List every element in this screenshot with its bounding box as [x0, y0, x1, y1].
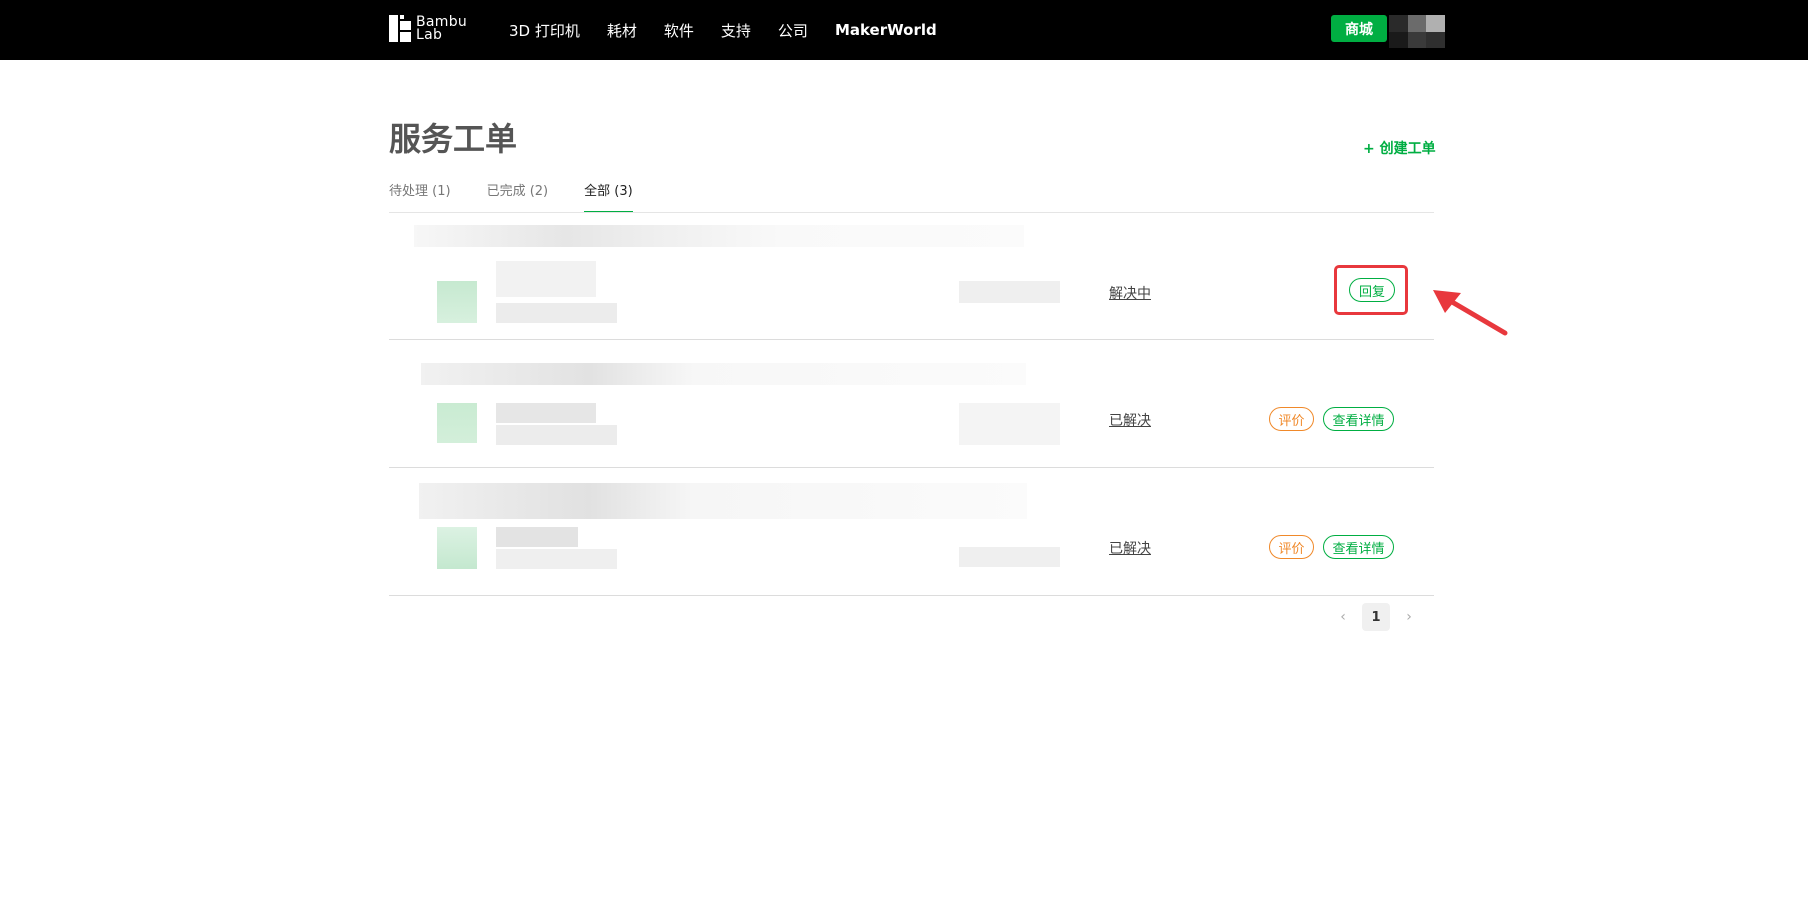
ticket-row: 已解决 评价 查看详情: [389, 341, 1434, 468]
redacted-ticket-meta: [496, 403, 596, 423]
ticket-status[interactable]: 已解决: [1109, 538, 1151, 558]
rate-button[interactable]: 评价: [1269, 407, 1314, 431]
page-number-button[interactable]: 1: [1362, 603, 1390, 631]
redacted-ticket-thumbnail: [437, 527, 477, 569]
ticket-status[interactable]: 解决中: [1109, 283, 1151, 303]
rate-button[interactable]: 评价: [1269, 535, 1314, 559]
annotation-arrow-icon: [1433, 290, 1508, 336]
nav-item-company[interactable]: 公司: [778, 20, 808, 41]
redacted-ticket-meta: [496, 527, 578, 547]
redacted-ticket-meta: [496, 261, 596, 297]
page-title: 服务工单: [389, 120, 518, 158]
redacted-ticket-title: [421, 363, 1026, 385]
shop-button[interactable]: 商城: [1331, 15, 1387, 42]
logo-text-line2: Lab: [416, 26, 443, 43]
next-page-icon[interactable]: ›: [1396, 609, 1422, 625]
ticket-row: 解决中 回复: [389, 213, 1434, 340]
view-details-button[interactable]: 查看详情: [1323, 535, 1394, 559]
redacted-ticket-title: [419, 483, 1027, 519]
redacted-ticket-meta: [496, 549, 617, 569]
redacted-ticket-date: [959, 403, 1060, 445]
redacted-ticket-meta: [496, 425, 617, 445]
bambu-lab-logo[interactable]: Bambu Lab: [389, 15, 467, 42]
redacted-ticket-date: [959, 547, 1060, 567]
main-nav: 3D 打印机 耗材 软件 支持 公司 MakerWorld: [509, 0, 964, 60]
nav-item-filament[interactable]: 耗材: [607, 20, 637, 41]
annotation-highlight-box: [1334, 265, 1408, 315]
nav-item-support[interactable]: 支持: [721, 20, 751, 41]
ticket-row: 已解决 评价 查看详情: [389, 469, 1434, 596]
redacted-ticket-thumbnail: [437, 403, 477, 443]
tab-all[interactable]: 全部 (3): [584, 180, 633, 213]
ticket-tabs: 待处理 (1) 已完成 (2) 全部 (3): [389, 180, 669, 213]
tab-pending[interactable]: 待处理 (1): [389, 180, 451, 213]
ticket-status[interactable]: 已解决: [1109, 410, 1151, 430]
redacted-ticket-thumbnail: [437, 281, 477, 323]
pagination: ‹ 1 ›: [1330, 603, 1422, 631]
redacted-ticket-date: [959, 281, 1060, 303]
logo-mark-icon: [389, 15, 411, 42]
view-details-button[interactable]: 查看详情: [1323, 407, 1394, 431]
tab-completed[interactable]: 已完成 (2): [487, 180, 549, 213]
nav-item-software[interactable]: 软件: [664, 20, 694, 41]
redacted-ticket-meta: [496, 303, 617, 323]
nav-item-makerworld[interactable]: MakerWorld: [835, 21, 937, 39]
prev-page-icon[interactable]: ‹: [1330, 609, 1356, 625]
redacted-ticket-title: [414, 225, 1024, 247]
user-avatar[interactable]: [1389, 15, 1445, 48]
nav-item-printers[interactable]: 3D 打印机: [509, 20, 580, 41]
create-ticket-link[interactable]: + 创建工单: [1363, 138, 1436, 158]
top-nav-bar: Bambu Lab 3D 打印机 耗材 软件 支持 公司 MakerWorld …: [0, 0, 1808, 60]
